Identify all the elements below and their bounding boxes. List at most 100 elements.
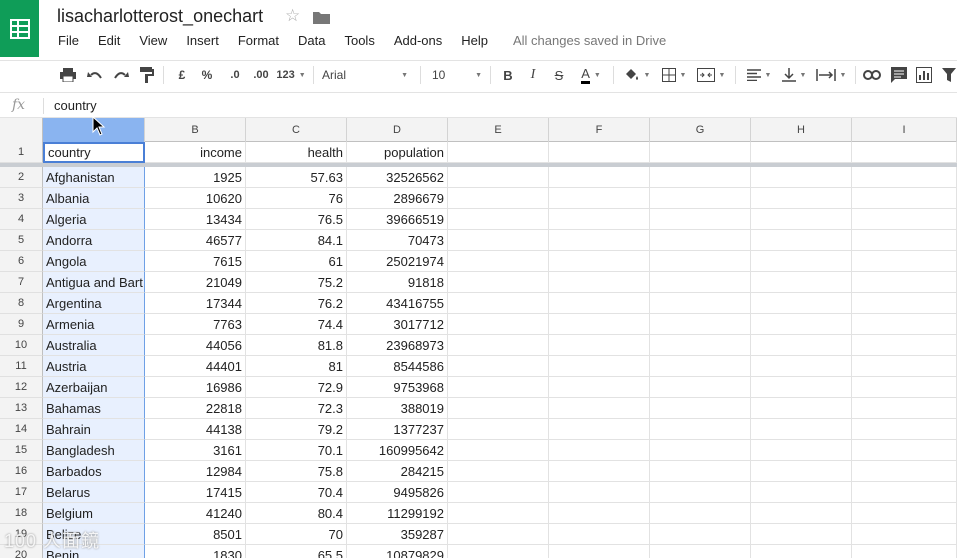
- cell-health[interactable]: 72.3: [246, 398, 347, 419]
- empty-cell[interactable]: [549, 230, 650, 251]
- empty-cell[interactable]: [852, 335, 957, 356]
- decrease-decimals-button[interactable]: .0: [224, 60, 246, 90]
- cell-population[interactable]: 70473: [347, 230, 448, 251]
- text-color-button[interactable]: A ▼: [576, 60, 606, 90]
- horizontal-align-button[interactable]: ▼: [745, 60, 773, 90]
- empty-cell[interactable]: [852, 482, 957, 503]
- menu-data[interactable]: Data: [288, 33, 334, 51]
- empty-cell[interactable]: [650, 524, 751, 545]
- empty-cell[interactable]: [650, 188, 751, 209]
- empty-cell[interactable]: [650, 251, 751, 272]
- column-header-e[interactable]: E: [448, 118, 549, 142]
- cell-health[interactable]: 61: [246, 251, 347, 272]
- merge-cells-button[interactable]: ▼: [694, 60, 728, 90]
- cell-income[interactable]: 1830: [145, 545, 246, 558]
- row-number[interactable]: 15: [0, 440, 43, 461]
- cell-country[interactable]: Belgium: [43, 503, 145, 524]
- empty-cell[interactable]: [751, 272, 852, 293]
- empty-cell[interactable]: [549, 142, 650, 163]
- empty-cell[interactable]: [751, 503, 852, 524]
- cell-income[interactable]: 7763: [145, 314, 246, 335]
- empty-cell[interactable]: [751, 251, 852, 272]
- percent-button[interactable]: %: [199, 60, 215, 90]
- cell-population[interactable]: 10879829: [347, 545, 448, 558]
- empty-cell[interactable]: [751, 461, 852, 482]
- redo-icon[interactable]: [111, 60, 131, 90]
- cell-country[interactable]: Antigua and Bart: [43, 272, 145, 293]
- empty-cell[interactable]: [751, 188, 852, 209]
- cell-country[interactable]: Angola: [43, 251, 145, 272]
- cell-population[interactable]: 388019: [347, 398, 448, 419]
- empty-cell[interactable]: [852, 356, 957, 377]
- cell-country[interactable]: Australia: [43, 335, 145, 356]
- empty-cell[interactable]: [650, 545, 751, 558]
- empty-cell[interactable]: [448, 167, 549, 188]
- column-header-g[interactable]: G: [650, 118, 751, 142]
- empty-cell[interactable]: [751, 314, 852, 335]
- empty-cell[interactable]: [852, 524, 957, 545]
- cell-country[interactable]: Bahrain: [43, 419, 145, 440]
- italic-button[interactable]: I: [525, 60, 541, 90]
- empty-cell[interactable]: [448, 335, 549, 356]
- empty-cell[interactable]: [448, 272, 549, 293]
- formula-input[interactable]: country: [54, 98, 97, 113]
- row-number[interactable]: 7: [0, 272, 43, 293]
- cell-population[interactable]: 91818: [347, 272, 448, 293]
- row-number[interactable]: 17: [0, 482, 43, 503]
- empty-cell[interactable]: [448, 545, 549, 558]
- empty-cell[interactable]: [650, 272, 751, 293]
- cell-population[interactable]: 359287: [347, 524, 448, 545]
- cell-country[interactable]: Bangladesh: [43, 440, 145, 461]
- empty-cell[interactable]: [549, 272, 650, 293]
- empty-cell[interactable]: [650, 377, 751, 398]
- empty-cell[interactable]: [852, 272, 957, 293]
- cell-population[interactable]: 39666519: [347, 209, 448, 230]
- empty-cell[interactable]: [650, 293, 751, 314]
- sheets-logo-icon[interactable]: [0, 0, 39, 57]
- paint-format-icon[interactable]: [137, 60, 157, 90]
- cell-health[interactable]: 76.5: [246, 209, 347, 230]
- strikethrough-button[interactable]: S: [551, 60, 567, 90]
- folder-icon[interactable]: [313, 10, 330, 29]
- empty-cell[interactable]: [852, 209, 957, 230]
- undo-icon[interactable]: [85, 60, 105, 90]
- empty-cell[interactable]: [448, 142, 549, 163]
- vertical-align-button[interactable]: ▼: [780, 60, 808, 90]
- empty-cell[interactable]: [549, 167, 650, 188]
- empty-cell[interactable]: [549, 209, 650, 230]
- empty-cell[interactable]: [448, 251, 549, 272]
- empty-cell[interactable]: [852, 142, 957, 163]
- cell-country[interactable]: Barbados: [43, 461, 145, 482]
- cell-health[interactable]: 75.8: [246, 461, 347, 482]
- empty-cell[interactable]: [549, 524, 650, 545]
- empty-cell[interactable]: [751, 335, 852, 356]
- cell-population[interactable]: 32526562: [347, 167, 448, 188]
- empty-cell[interactable]: [448, 419, 549, 440]
- cell-health[interactable]: 70.1: [246, 440, 347, 461]
- empty-cell[interactable]: [650, 314, 751, 335]
- cell-income[interactable]: 10620: [145, 188, 246, 209]
- row-number[interactable]: 14: [0, 419, 43, 440]
- empty-cell[interactable]: [852, 503, 957, 524]
- cell-health[interactable]: 80.4: [246, 503, 347, 524]
- row-number[interactable]: 2: [0, 167, 43, 188]
- empty-cell[interactable]: [852, 251, 957, 272]
- star-icon[interactable]: ☆: [285, 6, 300, 26]
- column-header-b[interactable]: B: [145, 118, 246, 142]
- empty-cell[interactable]: [448, 524, 549, 545]
- empty-cell[interactable]: [650, 209, 751, 230]
- insert-comment-icon[interactable]: [889, 60, 909, 90]
- cell-country[interactable]: Bahamas: [43, 398, 145, 419]
- empty-cell[interactable]: [650, 440, 751, 461]
- cell-country[interactable]: Albania: [43, 188, 145, 209]
- empty-cell[interactable]: [852, 461, 957, 482]
- cell-income[interactable]: 17415: [145, 482, 246, 503]
- menu-insert[interactable]: Insert: [176, 33, 228, 51]
- empty-cell[interactable]: [549, 377, 650, 398]
- empty-cell[interactable]: [852, 419, 957, 440]
- empty-cell[interactable]: [650, 230, 751, 251]
- empty-cell[interactable]: [448, 314, 549, 335]
- cell-income[interactable]: 17344: [145, 293, 246, 314]
- cell-income[interactable]: 16986: [145, 377, 246, 398]
- cell-health[interactable]: 70.4: [246, 482, 347, 503]
